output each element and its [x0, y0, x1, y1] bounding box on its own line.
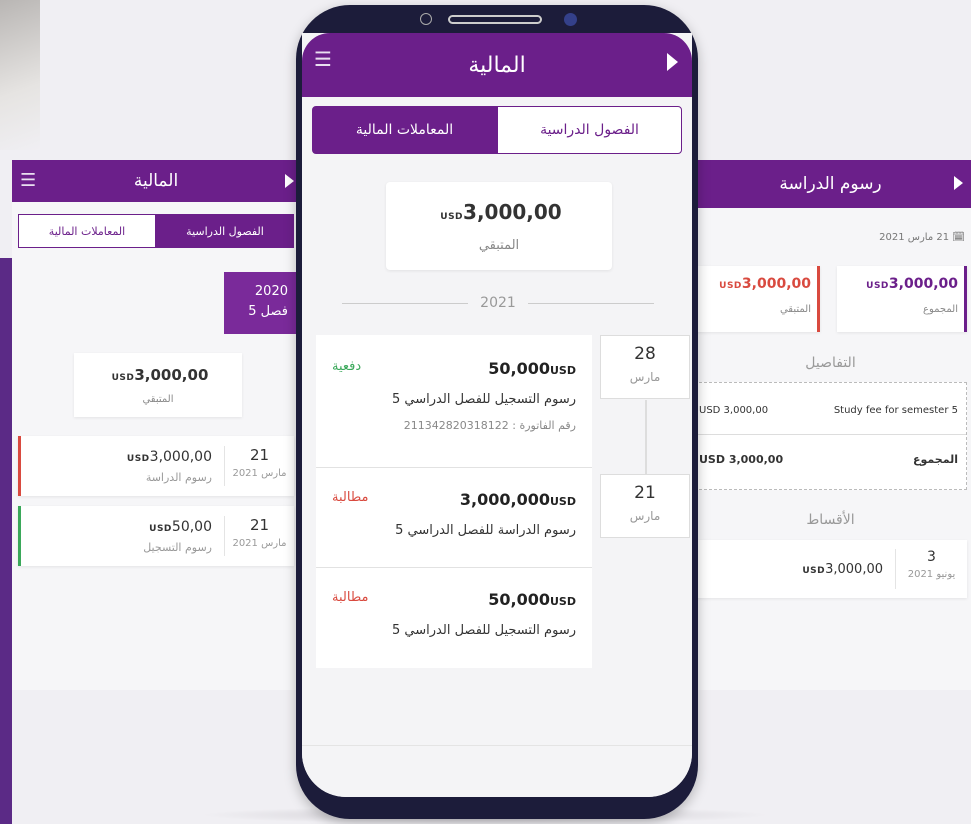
header: رسوم الدراسة — [690, 160, 971, 208]
invoice-number: رقم الفاتورة : 211342820318122 — [403, 419, 576, 432]
tab-semesters[interactable]: الفصول الدراسية — [497, 106, 682, 154]
remaining-label: المتبقي — [478, 238, 520, 253]
row-day: 21 — [249, 446, 270, 464]
year-label: 2021 — [480, 295, 516, 311]
transactions-list: دفعية 50,000USD رسوم التسجيل للفصل الدرا… — [316, 335, 592, 668]
transaction-status: مطالبة — [332, 590, 369, 605]
calendar-icon: 🗓 — [952, 232, 965, 243]
back-arrow-icon[interactable] — [667, 53, 678, 71]
tab-transactions[interactable]: المعاملات المالية — [18, 214, 156, 248]
detail-amount: USD 3,000,00 — [699, 405, 769, 416]
remaining-card: USD3,000,00 المتبقي — [386, 182, 612, 270]
row-amount: USD3,000,00 — [126, 448, 212, 465]
list-item[interactable]: 21 مارس 2021 USD3,000,00 رسوم الدراسة — [18, 436, 294, 496]
back-arrow-icon[interactable] — [285, 174, 294, 188]
row-title: رسوم الدراسة — [145, 470, 212, 484]
transaction-description: رسوم التسجيل للفصل الدراسي 5 — [392, 623, 576, 638]
transaction-item[interactable]: دفعية 50,000USD رسوم التسجيل للفصل الدرا… — [316, 335, 592, 468]
menu-icon[interactable]: ☰ — [20, 170, 36, 191]
phone-frame: ☰ المالية الفصول الدراسية المعاملات الما… — [296, 5, 698, 819]
year-divider: 2021 — [341, 295, 654, 311]
list-item[interactable]: 21 مارس 2021 USD50,00 رسوم التسجيل — [18, 506, 294, 566]
transaction-status: دفعية — [332, 359, 362, 374]
row-title: رسوم التسجيل — [143, 540, 212, 554]
tab-switch: الفصول الدراسية المعاملات المالية — [312, 106, 682, 154]
background-photo — [0, 0, 40, 150]
row-day: 21 — [249, 516, 270, 534]
remaining-amount: USD3,000,00 — [440, 200, 562, 224]
remaining-card: USD3,000,00 المتبقي — [690, 266, 820, 332]
detail-description: Study fee for semester 5 — [833, 405, 958, 416]
transaction-item[interactable]: مطالبة 50,000USD رسوم التسجيل للفصل الدر… — [316, 568, 592, 668]
remaining-card: USD3,000,00 المتبقي — [74, 353, 242, 417]
speaker-grille — [448, 15, 542, 24]
header: ☰ المالية — [302, 33, 692, 97]
camera-icon — [420, 13, 432, 25]
total-label: المجموع — [923, 304, 958, 315]
transaction-status: مطالبة — [332, 490, 369, 505]
remaining-label: المتبقي — [142, 394, 174, 405]
installment-item[interactable]: USD3,000,00 3 يونيو 2021 — [694, 540, 967, 598]
header: ☰ المالية — [12, 160, 300, 202]
right-fee-detail-screen: رسوم الدراسة 🗓 21 مارس 2021 USD3,000,00 … — [690, 160, 971, 690]
row-month: مارس 2021 — [232, 538, 287, 549]
front-sensor — [564, 13, 577, 26]
remaining-amount: USD3,000,00 — [719, 276, 811, 292]
transaction-amount: 3,000,000USD — [459, 490, 576, 509]
installments-heading: الأقساط — [806, 512, 855, 528]
detail-total-amount: USD 3,000,00 — [699, 453, 784, 466]
installment-date: 3 يونيو 2021 — [895, 549, 967, 589]
background-band — [0, 258, 12, 824]
back-arrow-icon[interactable] — [954, 176, 963, 190]
semester-card[interactable]: 2020 فصل 5 — [224, 272, 296, 334]
total-card: USD3,000,00 المجموع — [837, 266, 967, 332]
page-title: المالية — [133, 171, 179, 191]
remaining-amount: USD3,000,00 — [111, 366, 209, 384]
remaining-label: المتبقي — [779, 304, 811, 315]
date-badge: 28 مارس — [600, 335, 690, 399]
tab-transactions[interactable]: المعاملات المالية — [312, 106, 497, 154]
transaction-amount: 50,000USD — [488, 590, 576, 609]
left-finance-screen: ☰ المالية الفصول الدراسية المعاملات الما… — [12, 160, 300, 690]
transaction-description: رسوم التسجيل للفصل الدراسي 5 — [392, 392, 576, 407]
date-line: 🗓 21 مارس 2021 — [879, 232, 965, 243]
transaction-item[interactable]: مطالبة 3,000,000USD رسوم الدراسة للفصل ا… — [316, 468, 592, 568]
semester-label: فصل 5 — [248, 304, 288, 319]
total-amount: USD3,000,00 — [866, 276, 958, 292]
page-title: المالية — [468, 52, 526, 78]
phone-screen: ☰ المالية الفصول الدراسية المعاملات الما… — [302, 33, 692, 797]
menu-icon[interactable]: ☰ — [314, 47, 332, 71]
year-label: 2020 — [254, 284, 288, 299]
bottom-bar — [302, 745, 692, 797]
transaction-amount: 50,000USD — [488, 359, 576, 378]
transaction-description: رسوم الدراسة للفصل الدراسي 5 — [395, 523, 576, 538]
tab-semesters[interactable]: الفصول الدراسية — [156, 214, 294, 248]
details-heading: التفاصيل — [805, 355, 856, 371]
installment-amount: USD3,000,00 — [802, 561, 883, 577]
details-box: USD 3,000,00 Study fee for semester 5 USD… — [694, 382, 967, 490]
row-month: مارس 2021 — [232, 468, 287, 479]
row-amount: USD50,00 — [149, 518, 212, 535]
date-badge: 21 مارس — [600, 474, 690, 538]
detail-total-label: المجموع — [913, 453, 958, 466]
page-title: رسوم الدراسة — [779, 174, 882, 194]
tab-switch: الفصول الدراسية المعاملات المالية — [18, 214, 294, 248]
